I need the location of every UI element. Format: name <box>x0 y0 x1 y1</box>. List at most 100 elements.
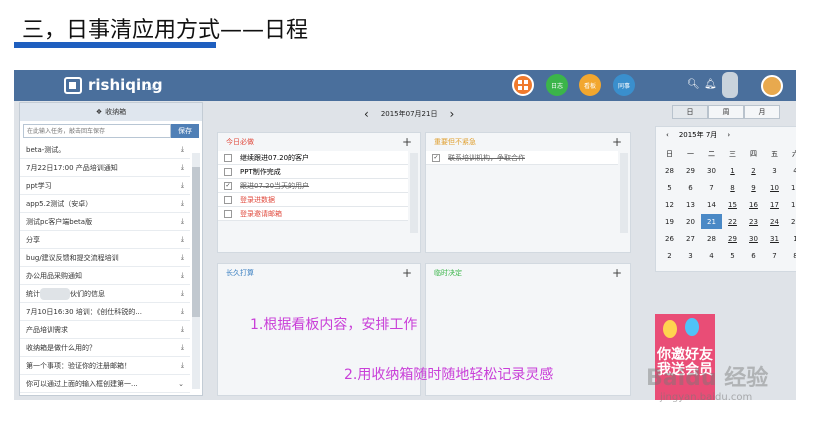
list-item[interactable]: 统计 伙们的信息 ⤓ <box>20 285 190 303</box>
calendar-day[interactable]: 24 <box>764 214 785 229</box>
list-item[interactable]: 7月22日17:00 产品培训通知 ⤓ <box>20 159 190 177</box>
inbox-scrollbar[interactable] <box>192 153 200 389</box>
calendar-day[interactable]: 7 <box>701 180 722 195</box>
scroll-thumb[interactable] <box>192 167 200 317</box>
calendar-day[interactable]: 3 <box>764 163 785 178</box>
calendar-day[interactable]: 15 <box>722 197 743 212</box>
calendar-day[interactable]: 5 <box>722 248 743 263</box>
task-item[interactable]: ✓ 跟进07.20当天的用户 <box>218 179 408 193</box>
list-item[interactable]: 收纳箱是做什么用的？ ⤓ <box>20 339 190 357</box>
task-item[interactable]: ✓ 联系培训机构，争取合作 <box>426 151 618 165</box>
calendar-day[interactable]: 5 <box>659 180 680 195</box>
calendar-day[interactable]: 3 <box>680 248 701 263</box>
nav-rili-button[interactable]: 日志 <box>546 74 568 96</box>
calendar-day[interactable]: 11 <box>785 180 796 195</box>
checkbox-checked[interactable]: ✓ <box>224 181 232 190</box>
calendar-day[interactable]: 19 <box>659 214 680 229</box>
calendar-day[interactable]: 6 <box>743 248 764 263</box>
calendar-day[interactable]: 12 <box>659 197 680 212</box>
checkbox[interactable] <box>224 195 232 204</box>
task-item[interactable]: 继续跟进07.20的客户 <box>218 151 408 165</box>
list-item[interactable]: beta-测试。 ⤓ <box>20 141 190 159</box>
add-task-icon[interactable]: + <box>612 266 622 280</box>
download-icon[interactable]: ⤓ <box>181 145 184 154</box>
calendar-day[interactable]: 2 <box>659 248 680 263</box>
calendar-day[interactable]: 25 <box>785 214 796 229</box>
calendar-day[interactable]: 2 <box>743 163 764 178</box>
download-icon[interactable]: ⤓ <box>181 307 184 316</box>
list-item[interactable]: 你可以通过上面的输入框创建第一... ⌄ <box>20 375 190 393</box>
download-icon[interactable]: ⤓ <box>181 235 184 244</box>
save-button[interactable]: 保存 <box>171 124 199 138</box>
list-item[interactable]: 产品培训需求 ⤓ <box>20 321 190 339</box>
list-item[interactable]: 第一个事项：验证你的注册邮箱！ ⤓ <box>20 357 190 375</box>
tab-month[interactable]: 月 <box>744 105 780 119</box>
calendar-day[interactable]: 23 <box>743 214 764 229</box>
nav-colleagues-button[interactable]: 同事 <box>613 74 635 96</box>
calendar-day[interactable]: 6 <box>680 180 701 195</box>
calendar-day[interactable]: 27 <box>680 231 701 246</box>
calendar-day[interactable]: 1 <box>785 231 796 246</box>
calendar-day[interactable]: 4 <box>701 248 722 263</box>
calendar-day[interactable]: 8 <box>785 248 796 263</box>
download-icon[interactable]: ⤓ <box>181 253 184 262</box>
panel-scrollbar[interactable] <box>620 153 628 233</box>
nav-board-button[interactable]: 看板 <box>579 74 601 96</box>
chevron-down-icon[interactable]: ⌄ <box>178 380 184 388</box>
download-icon[interactable]: ⤓ <box>181 199 184 208</box>
list-item[interactable]: 分享 ⤓ <box>20 231 190 249</box>
search-icon[interactable]: 🔍︎ <box>687 79 700 90</box>
list-item[interactable]: 7月10日16:30 培训：《创仕科锐的... ⤓ <box>20 303 190 321</box>
calendar-day[interactable]: 30 <box>743 231 764 246</box>
tab-week[interactable]: 周 <box>708 105 744 119</box>
prev-month-button[interactable]: ‹ <box>666 131 669 139</box>
list-item[interactable]: 测试pc客户端beta版 ⤓ <box>20 213 190 231</box>
calendar-day[interactable]: 21 <box>701 214 722 229</box>
list-item[interactable]: app5.2测试（安卓） ⤓ <box>20 195 190 213</box>
tab-day[interactable]: 日 <box>672 105 708 119</box>
add-task-icon[interactable]: + <box>402 266 412 280</box>
calendar-day[interactable]: 30 <box>701 163 722 178</box>
next-day-button[interactable]: › <box>449 107 454 121</box>
prev-day-button[interactable]: ‹ <box>364 107 369 121</box>
nav-kanban-button[interactable] <box>512 74 534 96</box>
calendar-day[interactable]: 14 <box>701 197 722 212</box>
download-icon[interactable]: ⤓ <box>181 271 184 280</box>
panel-scrollbar[interactable] <box>410 153 418 233</box>
calendar-day[interactable]: 8 <box>722 180 743 195</box>
calendar-day[interactable]: 31 <box>764 231 785 246</box>
calendar-day[interactable]: 1 <box>722 163 743 178</box>
calendar-day[interactable]: 4 <box>785 163 796 178</box>
list-item[interactable]: ppt学习 ⤓ <box>20 177 190 195</box>
calendar-day[interactable]: 16 <box>743 197 764 212</box>
inbox-input[interactable] <box>23 124 171 138</box>
avatar[interactable] <box>761 75 783 97</box>
task-item[interactable]: 登录进数据 <box>218 193 408 207</box>
calendar-day[interactable]: 29 <box>722 231 743 246</box>
task-item[interactable]: PPT制作完成 <box>218 165 408 179</box>
download-icon[interactable]: ⤓ <box>181 289 184 298</box>
download-icon[interactable]: ⤓ <box>181 181 184 190</box>
checkbox[interactable] <box>224 153 232 162</box>
download-icon[interactable]: ⤓ <box>181 217 184 226</box>
download-icon[interactable]: ⤓ <box>181 343 184 352</box>
list-item[interactable]: 办公用品采购通知 ⤓ <box>20 267 190 285</box>
calendar-day[interactable]: 7 <box>764 248 785 263</box>
download-icon[interactable]: ⤓ <box>181 325 184 334</box>
download-icon[interactable]: ⤓ <box>181 163 184 172</box>
calendar-day[interactable]: 29 <box>680 163 701 178</box>
calendar-day[interactable]: 20 <box>680 214 701 229</box>
checkbox-checked[interactable]: ✓ <box>432 153 440 162</box>
calendar-day[interactable]: 10 <box>764 180 785 195</box>
calendar-day[interactable]: 9 <box>743 180 764 195</box>
calendar-day[interactable]: 17 <box>764 197 785 212</box>
calendar-day[interactable]: 22 <box>722 214 743 229</box>
calendar-day[interactable]: 28 <box>701 231 722 246</box>
download-icon[interactable]: ⤓ <box>181 361 184 370</box>
checkbox[interactable] <box>224 209 232 218</box>
add-task-icon[interactable]: + <box>402 135 412 149</box>
list-item[interactable]: bug/建议反馈和提交流程培训 ⤓ <box>20 249 190 267</box>
checkbox[interactable] <box>224 167 232 176</box>
bell-icon[interactable]: 🔔︎ <box>704 79 717 90</box>
calendar-day[interactable]: 18 <box>785 197 796 212</box>
